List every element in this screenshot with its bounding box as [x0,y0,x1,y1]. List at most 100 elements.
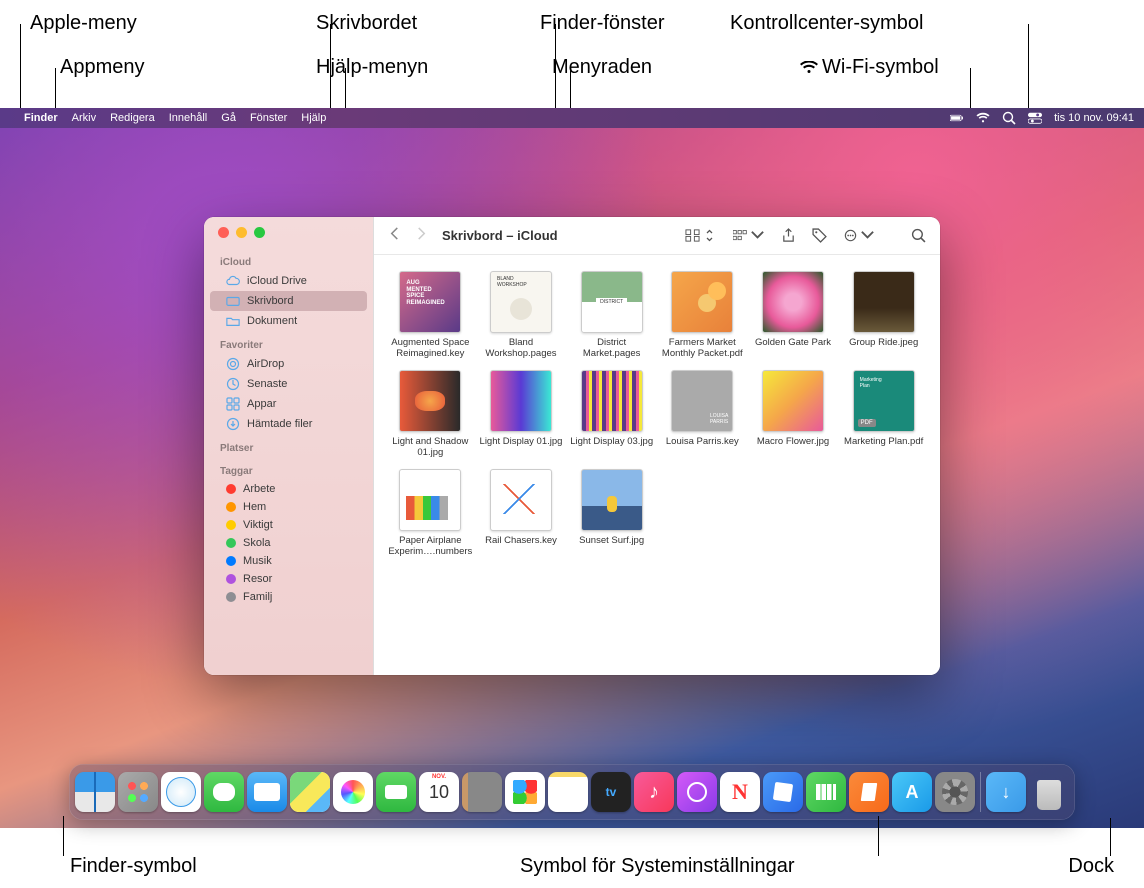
dock-messages[interactable] [204,772,244,812]
apps-icon [226,397,240,411]
wifi-status-icon[interactable] [976,111,990,125]
dock-photos[interactable] [333,772,373,812]
menu-redigera[interactable]: Redigera [110,112,155,124]
file-thumbnail [581,370,643,432]
file-item[interactable]: Augmented Space Reimagined.key [388,271,473,360]
dock-downloads[interactable] [986,772,1026,812]
file-thumbnail [399,370,461,432]
finder-toolbar: Skrivbord – iCloud [374,217,940,255]
tag-familj[interactable]: Familj [210,588,367,606]
dock-tv[interactable] [591,772,631,812]
airdrop-icon [226,357,240,371]
tag-skola[interactable]: Skola [210,534,367,552]
dock-reminders[interactable] [505,772,545,812]
file-thumbnail [490,271,552,333]
file-item[interactable]: Paper Airplane Experim….numbers [388,469,473,558]
dock-system-preferences[interactable] [935,772,975,812]
dock-pages[interactable] [849,772,889,812]
download-icon [226,417,240,431]
dock-facetime[interactable] [376,772,416,812]
file-item[interactable]: Marketing Plan.pdf [841,370,926,459]
tag-resor[interactable]: Resor [210,570,367,588]
sidebar-dokument[interactable]: Dokument [210,311,367,331]
dock-numbers[interactable] [806,772,846,812]
file-item[interactable]: Louisa Parris.key [660,370,745,459]
file-item[interactable]: Farmers Market Monthly Packet.pdf [660,271,745,360]
tag-dot-icon [226,484,236,494]
menu-innehall[interactable]: Innehåll [169,112,208,124]
menu-arkiv[interactable]: Arkiv [72,112,96,124]
group-button[interactable] [733,228,765,243]
dock-trash[interactable] [1029,772,1069,812]
file-item[interactable]: Light Display 03.jpg [569,370,654,459]
menu-fonster[interactable]: Fönster [250,112,287,124]
tag-dot-icon [226,574,236,584]
sidebar-skrivbord[interactable]: Skrivbord [210,291,367,311]
finder-content: Skrivbord – iCloud Augmented Space Reima… [374,217,940,675]
file-item[interactable]: Light and Shadow 01.jpg [388,370,473,459]
search-button[interactable] [911,228,926,243]
file-thumbnail [853,370,915,432]
spotlight-icon[interactable] [1002,111,1016,125]
file-item[interactable]: Rail Chasers.key [479,469,564,558]
file-item[interactable]: Group Ride.jpeg [841,271,926,360]
dock-separator [980,772,981,812]
file-item[interactable]: Macro Flower.jpg [751,370,836,459]
tag-dot-icon [226,592,236,602]
file-thumbnail [399,469,461,531]
minimize-button[interactable] [236,227,247,238]
app-menu[interactable]: Finder [24,112,58,124]
dock-appstore[interactable] [892,772,932,812]
sidebar-senaste[interactable]: Senaste [210,374,367,394]
tag-arbete[interactable]: Arbete [210,480,367,498]
zoom-button[interactable] [254,227,265,238]
dock-news[interactable] [720,772,760,812]
dock-music[interactable] [634,772,674,812]
window-controls [204,227,373,248]
dock-launchpad[interactable] [118,772,158,812]
dock-keynote[interactable] [763,772,803,812]
sidebar-icloud-drive[interactable]: iCloud Drive [210,271,367,291]
window-title: Skrivbord – iCloud [442,228,558,243]
forward-button[interactable] [415,227,428,245]
share-button[interactable] [781,228,796,243]
dock-contacts[interactable] [462,772,502,812]
back-button[interactable] [388,227,401,245]
clock-icon [226,377,240,391]
file-item[interactable]: Light Display 01.jpg [479,370,564,459]
close-button[interactable] [218,227,229,238]
file-item[interactable]: Golden Gate Park [751,271,836,360]
dock-calendar[interactable] [419,772,459,812]
menu-hjalp[interactable]: Hjälp [301,112,326,124]
file-item[interactable]: Sunset Surf.jpg [569,469,654,558]
sidebar-airdrop[interactable]: AirDrop [210,354,367,374]
tag-button[interactable] [812,228,827,243]
action-button[interactable] [843,228,875,243]
file-thumbnail [490,469,552,531]
desktop[interactable]: Finder Arkiv Redigera Innehåll Gå Fönste… [0,108,1144,828]
tag-viktigt[interactable]: Viktigt [210,516,367,534]
tag-dot-icon [226,502,236,512]
sidebar-appar[interactable]: Appar [210,394,367,414]
menu-ga[interactable]: Gå [221,112,236,124]
dock-notes[interactable] [548,772,588,812]
file-item[interactable]: Bland Workshop.pages [479,271,564,360]
dock-podcasts[interactable] [677,772,717,812]
dock-safari[interactable] [161,772,201,812]
file-thumbnail [853,271,915,333]
dock-finder[interactable] [75,772,115,812]
battery-icon[interactable] [950,111,964,125]
control-center-icon[interactable] [1028,111,1042,125]
sidebar-head-favoriter: Favoriter [204,337,373,354]
file-item[interactable]: District Market.pages [569,271,654,360]
menubar-clock[interactable]: tis 10 nov. 09:41 [1054,112,1134,124]
tag-dot-icon [226,538,236,548]
dock-maps[interactable] [290,772,330,812]
view-icons-button[interactable] [685,228,717,243]
sidebar-hamtade[interactable]: Hämtade filer [210,414,367,434]
dock-mail[interactable] [247,772,287,812]
callout-desktop: Skrivbordet [316,12,417,35]
tag-musik[interactable]: Musik [210,552,367,570]
tag-hem[interactable]: Hem [210,498,367,516]
callout-control-center: Kontrollcenter-symbol [730,12,923,35]
